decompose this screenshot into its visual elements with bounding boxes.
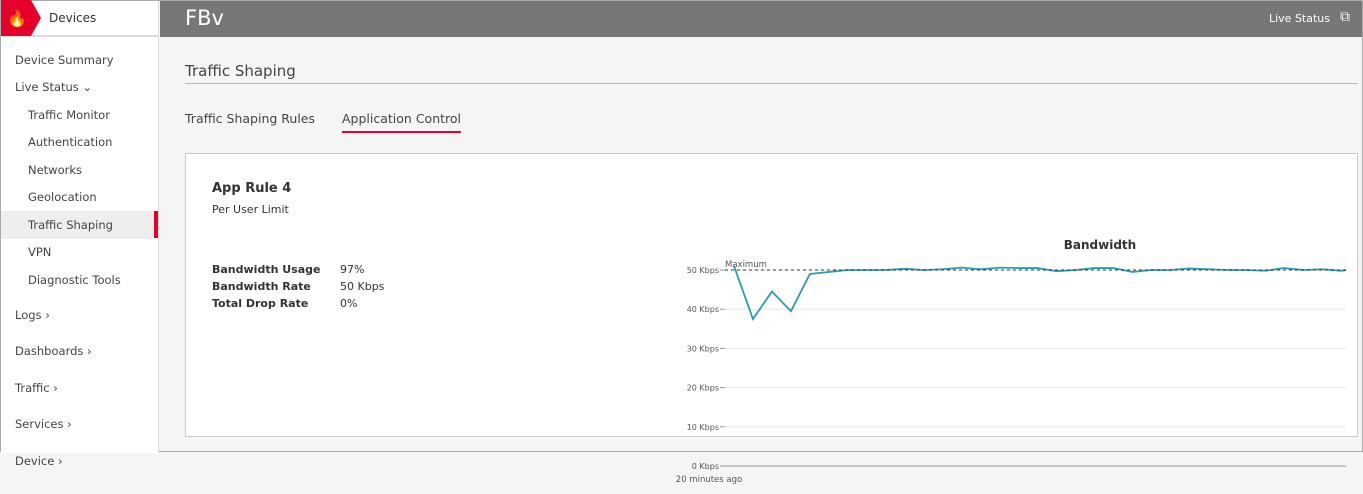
sidebar-item[interactable]: Dashboards › [1,336,158,367]
sidebar-item[interactable]: Traffic › [1,373,158,404]
page-title: Traffic Shaping [185,62,1358,84]
x-label-start: 20 minutes ago [676,475,742,485]
y-tick-label: 30 Kbps [687,344,719,353]
sidebar-item[interactable]: Traffic Shaping [1,211,158,239]
y-tick-label: 10 Kbps [687,423,719,432]
sidebar-item[interactable]: Networks [1,156,158,184]
stat-row: Bandwidth Usage97% [212,263,364,276]
top-header: FBv Live Status ⧉ [160,1,1362,37]
external-link-icon[interactable]: ⧉ [1340,9,1350,25]
sidebar-item[interactable]: Live Status ⌄ [1,74,158,102]
bandwidth-chart: Bandwidth 0 Kbps 10 Kbps 20 Kbps 30 Kbps 40 K… [486,234,1346,494]
flame-logo-icon: 🔥 [1,0,41,36]
rule-name: App Rule 4 [212,181,291,196]
sidebar-item[interactable]: Logs › [1,300,158,331]
stat-value: 97% [340,263,364,276]
stat-label: Total Drop Rate [212,297,340,310]
devices-header[interactable]: 🔥 Devices [1,1,158,37]
live-status-link[interactable]: Live Status [1269,12,1330,25]
rule-card: App Rule 4 Per User Limit Bandwidth Usag… [185,153,1358,437]
sidebar-item[interactable]: Diagnostic Tools [1,266,158,294]
stat-row: Total Drop Rate0% [212,297,357,310]
sidebar-item[interactable]: VPN [1,239,158,267]
sidebar-item[interactable]: Device Summary [1,46,158,74]
y-tick-label: 50 Kbps [687,266,719,275]
sidebar-item[interactable]: Traffic Monitor [1,101,158,129]
y-tick-label: 20 Kbps [687,384,719,393]
brand-label: Devices [49,11,96,25]
stat-value: 0% [340,297,357,310]
sidebar-item[interactable]: Device › [1,446,158,477]
bandwidth-series-line [734,266,1346,319]
sidebar-nav: Device SummaryLive Status ⌄Traffic Monit… [1,46,158,476]
rule-type: Per User Limit [212,203,289,216]
chart-title: Bandwidth [1064,238,1136,252]
stat-label: Bandwidth Rate [212,280,340,293]
sidebar-item[interactable]: Geolocation [1,184,158,212]
stat-row: Bandwidth Rate50 Kbps [212,280,384,293]
y-tick-label: 40 Kbps [687,305,719,314]
sidebar-item[interactable]: Services › [1,409,158,440]
stat-value: 50 Kbps [340,280,384,293]
tab-application-control[interactable]: Application Control [342,111,461,126]
tab-traffic-shaping-rules[interactable]: Traffic Shaping Rules [185,111,315,126]
stat-label: Bandwidth Usage [212,263,340,276]
device-title: FBv [185,6,224,30]
sidebar: 🔥 Devices Device SummaryLive Status ⌄Tra… [1,1,159,453]
sidebar-item[interactable]: Authentication [1,129,158,157]
y-tick-label: 0 Kbps [692,462,719,471]
maximum-label: Maximum [725,260,767,270]
